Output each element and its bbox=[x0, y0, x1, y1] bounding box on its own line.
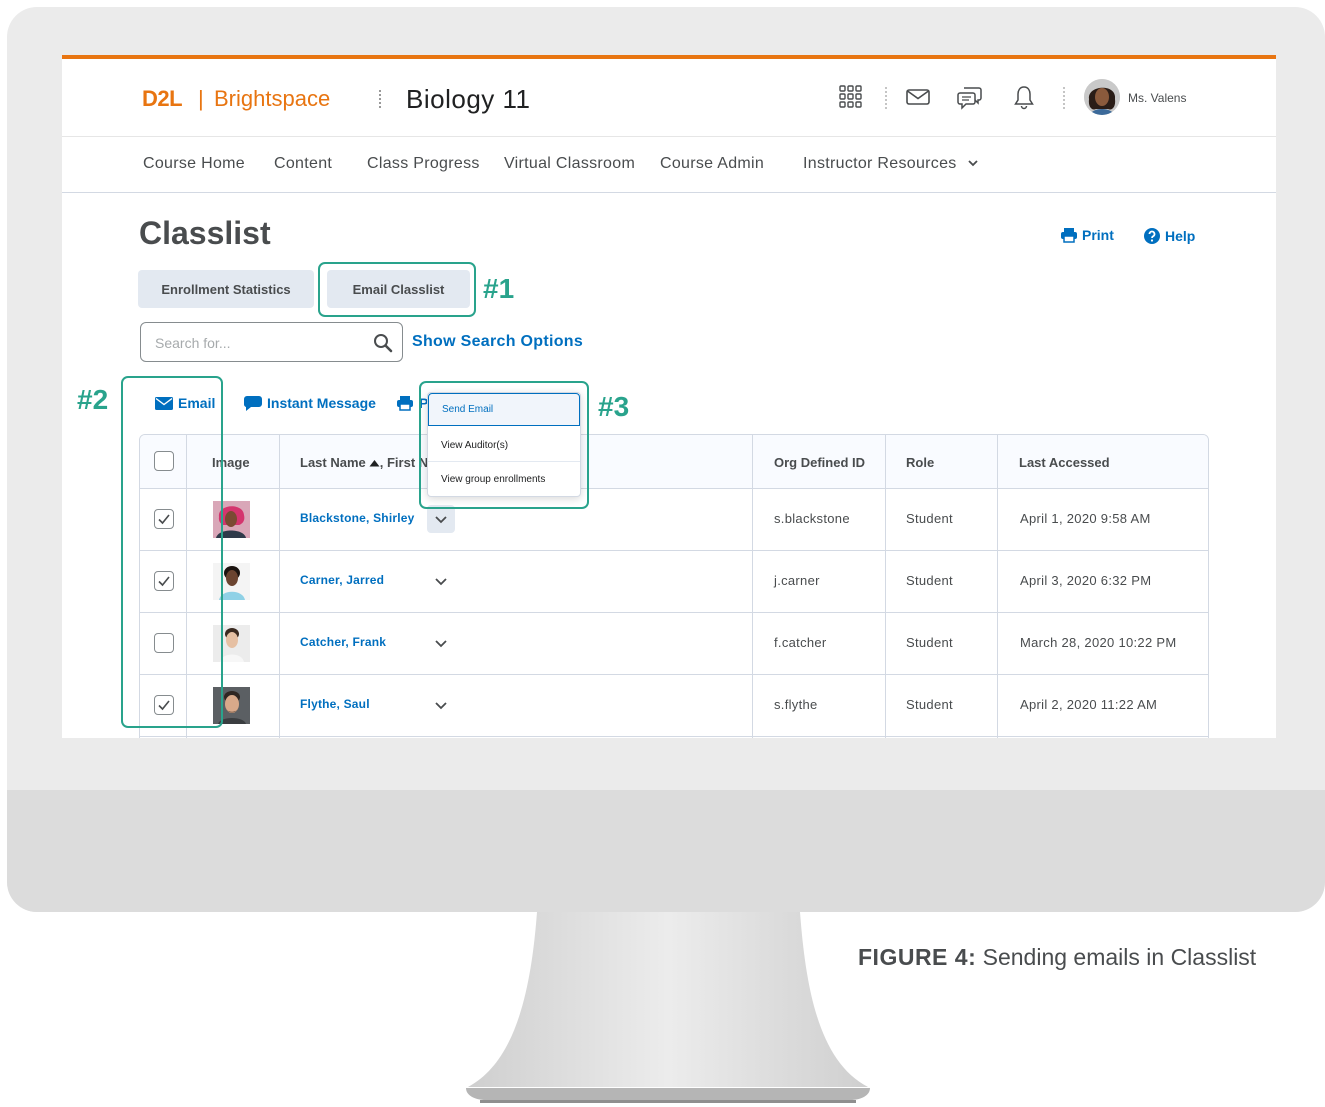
chevron-down-icon bbox=[435, 702, 447, 710]
chevron-down-icon bbox=[435, 640, 447, 648]
chevron-down-icon bbox=[435, 578, 447, 586]
print-label: Print bbox=[1082, 227, 1114, 243]
mail-icon[interactable] bbox=[904, 83, 932, 111]
role: Student bbox=[906, 573, 953, 588]
brand-logo-brightspace[interactable]: Brightspace bbox=[214, 86, 330, 112]
brand-separator: | bbox=[198, 86, 204, 111]
sort-ascending-icon bbox=[369, 460, 380, 467]
last-accessed: March 28, 2020 10:22 PM bbox=[1020, 635, 1177, 650]
header-separator bbox=[1063, 87, 1065, 109]
student-name-link[interactable]: Flythe, Saul bbox=[300, 697, 370, 711]
callout-label-3: #3 bbox=[598, 391, 630, 422]
help-label: Help bbox=[1165, 228, 1196, 244]
org-defined-id: s.flythe bbox=[774, 697, 818, 712]
header-separator bbox=[885, 87, 887, 109]
column-header-name[interactable]: Last Name, First N bbox=[300, 455, 428, 470]
printer-icon bbox=[397, 396, 413, 411]
student-name-link[interactable]: Carner, Jarred bbox=[300, 573, 384, 587]
user-name[interactable]: Ms. Valens bbox=[1128, 91, 1186, 105]
nav-item-instructor-resources[interactable]: Instructor Resources bbox=[803, 155, 979, 173]
table-header: Image Last Name, First N Org Defined ID … bbox=[140, 435, 1208, 489]
table-row: Blackstone, Shirley s.blackstone Student… bbox=[140, 489, 1208, 551]
chat-icon[interactable] bbox=[956, 83, 984, 111]
browser-screen: D2L | Brightspace Biology 11 Ms. Valens … bbox=[62, 55, 1276, 738]
help-icon bbox=[1144, 228, 1160, 244]
callout-box-3 bbox=[419, 381, 589, 509]
callout-label-2: #2 bbox=[77, 384, 109, 415]
last-accessed: April 1, 2020 9:58 AM bbox=[1020, 511, 1151, 526]
role: Student bbox=[906, 635, 953, 650]
org-defined-id: f.catcher bbox=[774, 635, 827, 650]
column-header-last-accessed[interactable]: Last Accessed bbox=[1019, 455, 1110, 470]
nav-item-course-home[interactable]: Course Home bbox=[143, 155, 245, 173]
last-accessed: April 3, 2020 6:32 PM bbox=[1020, 573, 1152, 588]
top-header: D2L | Brightspace Biology 11 Ms. Valens bbox=[62, 59, 1276, 137]
enrollment-statistics-button[interactable]: Enrollment Statistics bbox=[138, 270, 314, 308]
callout-box-1 bbox=[318, 262, 476, 317]
context-menu-button[interactable] bbox=[427, 629, 455, 657]
table-row: Flythe, Saul s.flythe Student April 2, 2… bbox=[140, 675, 1208, 737]
nav-item-label: Instructor Resources bbox=[803, 155, 957, 172]
avatar[interactable] bbox=[1084, 79, 1120, 115]
course-separator bbox=[379, 90, 381, 108]
role: Student bbox=[906, 511, 953, 526]
nav-item-class-progress[interactable]: Class Progress bbox=[367, 155, 480, 173]
figure-caption: FIGURE 4: Sending emails in Classlist bbox=[858, 944, 1256, 971]
nav-item-content[interactable]: Content bbox=[274, 155, 332, 173]
last-accessed: April 2, 2020 11:22 AM bbox=[1020, 697, 1158, 712]
course-navbar: Course Home Content Class Progress Virtu… bbox=[62, 137, 1276, 193]
page-title: Classlist bbox=[139, 215, 271, 251]
student-name-link[interactable]: Blackstone, Shirley bbox=[300, 511, 415, 525]
role: Student bbox=[906, 697, 953, 712]
show-search-options-link[interactable]: Show Search Options bbox=[412, 333, 583, 351]
nav-item-virtual-classroom[interactable]: Virtual Classroom bbox=[504, 155, 635, 173]
brand-logo-d2l[interactable]: D2L bbox=[142, 86, 183, 112]
search-icon[interactable] bbox=[372, 332, 394, 354]
student-name-link[interactable]: Catcher, Frank bbox=[300, 635, 386, 649]
instant-message-label: Instant Message bbox=[267, 395, 376, 411]
column-header-name-label: Last Name bbox=[300, 455, 366, 470]
callout-label-1: #1 bbox=[483, 273, 515, 304]
printer-icon bbox=[1061, 228, 1077, 243]
grid-icon[interactable] bbox=[837, 83, 865, 111]
nav-item-course-admin[interactable]: Course Admin bbox=[660, 155, 764, 173]
table-row: Carner, Jarred j.carner Student April 3,… bbox=[140, 551, 1208, 613]
search-input[interactable] bbox=[155, 333, 365, 353]
figure-caption-text: Sending emails in Classlist bbox=[976, 944, 1257, 970]
org-defined-id: j.carner bbox=[774, 573, 820, 588]
context-menu-button[interactable] bbox=[427, 691, 455, 719]
column-header-role[interactable]: Role bbox=[906, 455, 934, 470]
bell-icon[interactable] bbox=[1010, 83, 1038, 111]
table-row: Catcher, Frank f.catcher Student March 2… bbox=[140, 613, 1208, 675]
chevron-down-icon bbox=[968, 160, 978, 167]
monitor-chin bbox=[7, 790, 1325, 912]
print-link[interactable]: Print bbox=[1060, 227, 1114, 243]
column-header-org-id[interactable]: Org Defined ID bbox=[774, 455, 865, 470]
org-defined-id: s.blackstone bbox=[774, 511, 850, 526]
instant-message-action[interactable]: Instant Message bbox=[244, 395, 376, 411]
chevron-down-icon bbox=[435, 516, 447, 524]
search-box bbox=[140, 322, 403, 362]
message-icon bbox=[244, 395, 262, 411]
figure-caption-label: FIGURE 4: bbox=[858, 944, 977, 970]
callout-box-2 bbox=[121, 376, 223, 728]
help-link[interactable]: Help bbox=[1143, 227, 1195, 245]
monitor-stand bbox=[466, 912, 870, 1103]
classlist-table: Image Last Name, First N Org Defined ID … bbox=[139, 434, 1209, 738]
context-menu-button[interactable] bbox=[427, 505, 455, 533]
context-menu-button[interactable] bbox=[427, 567, 455, 595]
course-title[interactable]: Biology 11 bbox=[406, 84, 531, 115]
